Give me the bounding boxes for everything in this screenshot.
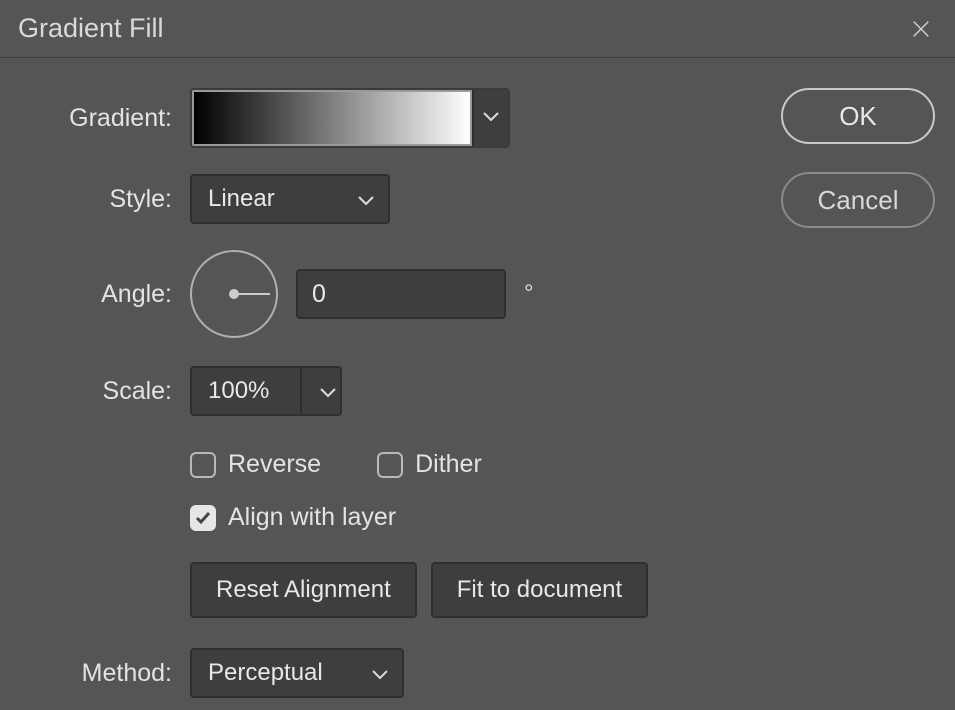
- ok-button[interactable]: OK: [781, 88, 935, 144]
- method-select[interactable]: Perceptual: [190, 648, 404, 698]
- row-method: Method: Perceptual: [30, 648, 750, 698]
- angle-unit: °: [524, 280, 534, 308]
- chevron-down-icon: [320, 377, 336, 405]
- dither-checkbox[interactable]: [377, 452, 403, 478]
- dialog-title: Gradient Fill: [18, 13, 164, 44]
- row-align-buttons: x Reset Alignment Fit to document: [30, 562, 750, 618]
- gradient-picker[interactable]: [190, 88, 510, 148]
- dialog-body: OK Cancel Gradient: Style: Linear: [0, 58, 955, 710]
- style-select[interactable]: Linear: [190, 174, 390, 224]
- close-button[interactable]: [907, 15, 935, 43]
- dither-label: Dither: [415, 450, 482, 479]
- chevron-down-icon: [483, 109, 499, 127]
- gradient-preview: [192, 90, 472, 146]
- angle-value: 0: [312, 280, 326, 309]
- reset-alignment-button[interactable]: Reset Alignment: [190, 562, 417, 618]
- scale-value: 100%: [192, 377, 300, 405]
- method-value: Perceptual: [208, 659, 323, 687]
- confirm-buttons: OK Cancel: [781, 88, 935, 256]
- gradient-dropdown[interactable]: [472, 90, 508, 146]
- row-align: x Align with layer: [30, 503, 750, 532]
- gradient-label: Gradient:: [30, 104, 190, 133]
- scale-dropdown[interactable]: [300, 368, 340, 414]
- scale-input[interactable]: 100%: [190, 366, 342, 416]
- reverse-checkbox[interactable]: [190, 452, 216, 478]
- align-with-layer-label: Align with layer: [228, 503, 396, 532]
- angle-label: Angle:: [30, 280, 190, 309]
- angle-dial-hand: [238, 293, 270, 295]
- scale-label: Scale:: [30, 377, 190, 406]
- angle-dial[interactable]: [190, 250, 278, 338]
- row-scale: Scale: 100%: [30, 366, 750, 416]
- style-value: Linear: [208, 185, 275, 213]
- row-style: Style: Linear: [30, 174, 750, 224]
- check-icon: [195, 510, 211, 526]
- close-icon: [910, 18, 932, 40]
- angle-input[interactable]: 0: [296, 269, 506, 319]
- titlebar: Gradient Fill: [0, 0, 955, 58]
- row-gradient: Gradient:: [30, 88, 750, 148]
- cancel-button[interactable]: Cancel: [781, 172, 935, 228]
- chevron-down-icon: [372, 659, 388, 687]
- method-label: Method:: [30, 659, 190, 688]
- align-with-layer-checkbox[interactable]: [190, 505, 216, 531]
- row-reverse-dither: x Reverse Dither: [30, 450, 750, 479]
- fit-to-document-button[interactable]: Fit to document: [431, 562, 648, 618]
- row-angle: Angle: 0 °: [30, 250, 750, 338]
- chevron-down-icon: [358, 185, 374, 213]
- style-label: Style:: [30, 185, 190, 214]
- reverse-label: Reverse: [228, 450, 321, 479]
